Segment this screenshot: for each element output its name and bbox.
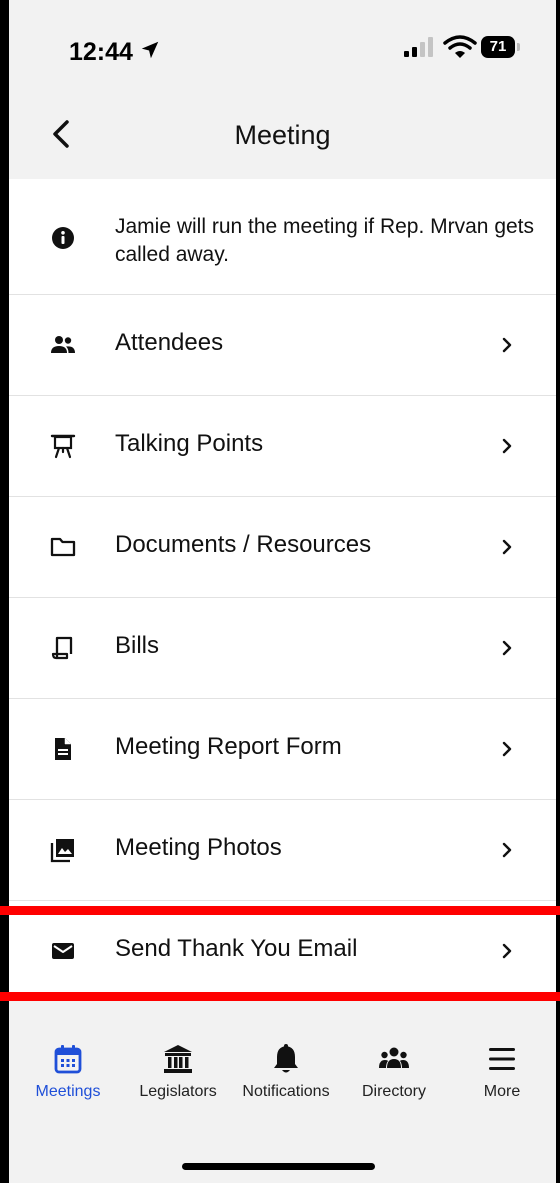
page-title: Meeting xyxy=(234,120,331,150)
menu-item-meeting-report-form[interactable]: Meeting Report Form xyxy=(9,699,556,800)
menu-item-meeting-photos[interactable]: Meeting Photos xyxy=(9,800,556,901)
menu-item-talking-points[interactable]: Talking Points xyxy=(9,396,556,497)
meeting-note: Jamie will run the meeting if Rep. Mrvan… xyxy=(9,179,556,295)
group-icon xyxy=(379,1047,409,1068)
document-icon xyxy=(55,738,71,760)
chevron-right-icon xyxy=(502,640,512,656)
bottom-tab-bar: Meetings Legislators Notifications Direc… xyxy=(9,1027,556,1183)
meeting-menu-list: Jamie will run the meeting if Rep. Mrvan… xyxy=(9,179,556,1001)
tab-more[interactable]: More xyxy=(447,1043,556,1101)
chevron-right-icon xyxy=(502,943,512,959)
scroll-icon xyxy=(51,636,73,660)
menu-item-label: Send Thank You Email xyxy=(115,935,358,962)
chevron-right-icon xyxy=(502,539,512,555)
tab-label: Notifications xyxy=(242,1083,330,1100)
chevron-right-icon xyxy=(502,842,512,858)
menu-item-send-thank-you-email[interactable]: Send Thank You Email xyxy=(9,901,556,1001)
location-arrow-icon xyxy=(141,41,159,59)
menu-item-label: Documents / Resources xyxy=(115,531,372,558)
menu-item-attendees[interactable]: Attendees xyxy=(9,295,556,396)
note-text: Jamie will run the meeting if Rep. Mrvan… xyxy=(115,215,535,266)
tab-label: Directory xyxy=(361,1083,426,1100)
menu-item-label: Bills xyxy=(115,632,160,659)
menu-item-label: Meeting Photos xyxy=(115,834,282,861)
people-icon xyxy=(51,336,75,353)
chevron-right-icon xyxy=(502,741,512,757)
photo-library-icon xyxy=(50,839,74,863)
tab-directory[interactable]: Directory xyxy=(339,1043,449,1101)
bell-icon xyxy=(274,1044,298,1073)
highlight-line-bottom xyxy=(0,992,560,1001)
menu-item-documents-resources[interactable]: Documents / Resources xyxy=(9,497,556,598)
battery-icon: 71 xyxy=(481,36,521,58)
tab-label: Meetings xyxy=(35,1083,101,1100)
phone-screen: 12:44 71 Meeting Jamie will run the meet… xyxy=(9,0,556,1183)
presentation-easel-icon xyxy=(50,434,76,459)
menu-item-label: Meeting Report Form xyxy=(115,733,342,760)
tab-label: More xyxy=(483,1083,521,1100)
wifi-icon xyxy=(443,35,477,58)
highlight-line-top xyxy=(0,906,560,915)
folder-icon xyxy=(50,537,76,557)
tab-legislators[interactable]: Legislators xyxy=(123,1043,233,1101)
tab-notifications[interactable]: Notifications xyxy=(231,1043,341,1101)
status-bar: 12:44 71 xyxy=(9,0,556,90)
tab-label: Legislators xyxy=(139,1083,217,1100)
chevron-right-icon xyxy=(502,337,512,353)
info-icon xyxy=(52,227,74,249)
calendar-icon xyxy=(54,1045,82,1074)
status-time: 12:44 xyxy=(69,38,133,66)
tab-meetings[interactable]: Meetings xyxy=(13,1043,123,1101)
chevron-right-icon xyxy=(502,438,512,454)
menu-item-label: Talking Points xyxy=(115,430,264,457)
envelope-icon xyxy=(52,943,74,959)
home-indicator xyxy=(182,1163,375,1170)
cellular-signal-icon xyxy=(404,37,433,57)
battery-level: 71 xyxy=(489,38,507,55)
hamburger-menu-icon xyxy=(489,1048,515,1070)
menu-item-label: Attendees xyxy=(115,329,224,356)
capitol-building-icon xyxy=(164,1045,192,1073)
menu-item-bills[interactable]: Bills xyxy=(9,598,556,699)
navigation-bar: Meeting xyxy=(9,90,556,179)
